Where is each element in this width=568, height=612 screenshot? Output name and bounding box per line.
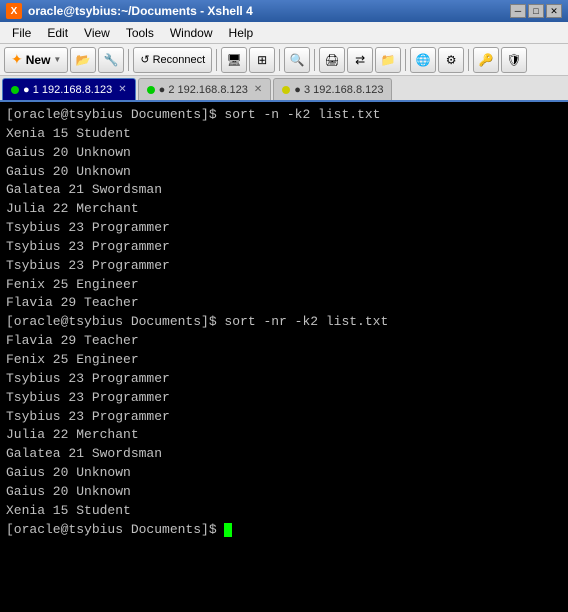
terminal-line: Gaius 20 Unknown bbox=[6, 163, 562, 182]
terminal-line: Xenia 15 Student bbox=[6, 502, 562, 521]
open-folder-button[interactable]: 📂 bbox=[70, 47, 96, 73]
terminal-line: [oracle@tsybius Documents]$ sort -nr -k2… bbox=[6, 313, 562, 332]
tab-3-label: ● 3 192.168.8.123 bbox=[294, 84, 383, 96]
toolbar: ✦ New ▼ 📂 🔧 ↺ Reconnect 🖥 ⊞ 🔍 🖨 ⇄ 📁 🌐 ⚙ … bbox=[0, 44, 568, 76]
sftp-button[interactable]: 📁 bbox=[375, 47, 401, 73]
menu-window[interactable]: Window bbox=[162, 24, 221, 42]
terminal-line: Xenia 15 Student bbox=[6, 125, 562, 144]
tab-bar: ● 1 192.168.8.123 ✕ ● 2 192.168.8.123 ✕ … bbox=[0, 76, 568, 102]
terminal-line: Flavia 29 Teacher bbox=[6, 294, 562, 313]
reconnect-icon: ↺ bbox=[140, 53, 149, 66]
terminal-line: Tsybius 23 Programmer bbox=[6, 408, 562, 427]
print-button[interactable]: 🖨 bbox=[319, 47, 345, 73]
properties-button[interactable]: 🔧 bbox=[98, 47, 124, 73]
separator-1 bbox=[128, 49, 129, 71]
terminal-line: Gaius 20 Unknown bbox=[6, 483, 562, 502]
tab-2-status-dot bbox=[147, 86, 155, 94]
tab-2-close[interactable]: ✕ bbox=[254, 84, 262, 95]
tab-1-close[interactable]: ✕ bbox=[118, 84, 126, 95]
settings-button[interactable]: ⚙ bbox=[438, 47, 464, 73]
terminal-line: Tsybius 23 Programmer bbox=[6, 257, 562, 276]
tab-2-label: ● 2 192.168.8.123 bbox=[159, 84, 248, 96]
globe-button[interactable]: 🌐 bbox=[410, 47, 436, 73]
separator-5 bbox=[405, 49, 406, 71]
app-icon: X bbox=[6, 3, 22, 19]
menu-help[interactable]: Help bbox=[221, 24, 262, 42]
terminal-line: Tsybius 23 Programmer bbox=[6, 389, 562, 408]
screen-button[interactable]: 🖥 bbox=[221, 47, 247, 73]
terminal-line: Julia 22 Merchant bbox=[6, 426, 562, 445]
find-button[interactable]: 🔍 bbox=[284, 47, 310, 73]
separator-3 bbox=[279, 49, 280, 71]
maximize-button[interactable]: □ bbox=[528, 4, 544, 18]
terminal-line: [oracle@tsybius Documents]$ sort -n -k2 … bbox=[6, 106, 562, 125]
reconnect-button[interactable]: ↺ Reconnect bbox=[133, 47, 212, 73]
tab-1[interactable]: ● 1 192.168.8.123 ✕ bbox=[2, 78, 136, 100]
tab-2[interactable]: ● 2 192.168.8.123 ✕ bbox=[138, 78, 272, 100]
minimize-button[interactable]: ─ bbox=[510, 4, 526, 18]
terminal-line: Tsybius 23 Programmer bbox=[6, 219, 562, 238]
title-bar: X oracle@tsybius:~/Documents - Xshell 4 … bbox=[0, 0, 568, 22]
tab-1-status-dot bbox=[11, 86, 19, 94]
terminal-cursor bbox=[224, 523, 232, 537]
menu-bar: File Edit View Tools Window Help bbox=[0, 22, 568, 44]
window-title: oracle@tsybius:~/Documents - Xshell 4 bbox=[28, 4, 504, 18]
separator-2 bbox=[216, 49, 217, 71]
close-button[interactable]: ✕ bbox=[546, 4, 562, 18]
terminal-line: Julia 22 Merchant bbox=[6, 200, 562, 219]
tab-3-status-dot bbox=[282, 86, 290, 94]
new-dropdown-arrow: ▼ bbox=[53, 55, 61, 64]
terminal-line: Tsybius 23 Programmer bbox=[6, 370, 562, 389]
reconnect-label: Reconnect bbox=[153, 54, 206, 66]
new-button[interactable]: ✦ New ▼ bbox=[4, 47, 68, 73]
separator-6 bbox=[468, 49, 469, 71]
terminal-line: [oracle@tsybius Documents]$ bbox=[6, 521, 562, 540]
window-controls[interactable]: ─ □ ✕ bbox=[510, 4, 562, 18]
transfer-button[interactable]: ⇄ bbox=[347, 47, 373, 73]
tab-1-label: ● 1 192.168.8.123 bbox=[23, 84, 112, 96]
terminal-line: Gaius 20 Unknown bbox=[6, 464, 562, 483]
terminal-line: Fenix 25 Engineer bbox=[6, 351, 562, 370]
separator-4 bbox=[314, 49, 315, 71]
menu-tools[interactable]: Tools bbox=[118, 24, 162, 42]
extra-button-1[interactable]: 🔑 bbox=[473, 47, 499, 73]
extra-button-2[interactable]: 🛡 bbox=[501, 47, 527, 73]
tab-3[interactable]: ● 3 192.168.8.123 bbox=[273, 78, 392, 100]
terminal-line: Tsybius 23 Programmer bbox=[6, 238, 562, 257]
menu-edit[interactable]: Edit bbox=[39, 24, 76, 42]
menu-file[interactable]: File bbox=[4, 24, 39, 42]
terminal-line: Flavia 29 Teacher bbox=[6, 332, 562, 351]
terminal-line: Fenix 25 Engineer bbox=[6, 276, 562, 295]
new-label: New bbox=[26, 53, 51, 67]
split-button[interactable]: ⊞ bbox=[249, 47, 275, 73]
terminal-area[interactable]: [oracle@tsybius Documents]$ sort -n -k2 … bbox=[0, 102, 568, 612]
menu-view[interactable]: View bbox=[76, 24, 118, 42]
terminal-line: Galatea 21 Swordsman bbox=[6, 181, 562, 200]
terminal-line: Gaius 20 Unknown bbox=[6, 144, 562, 163]
terminal-line: Galatea 21 Swordsman bbox=[6, 445, 562, 464]
new-star-icon: ✦ bbox=[11, 51, 23, 68]
